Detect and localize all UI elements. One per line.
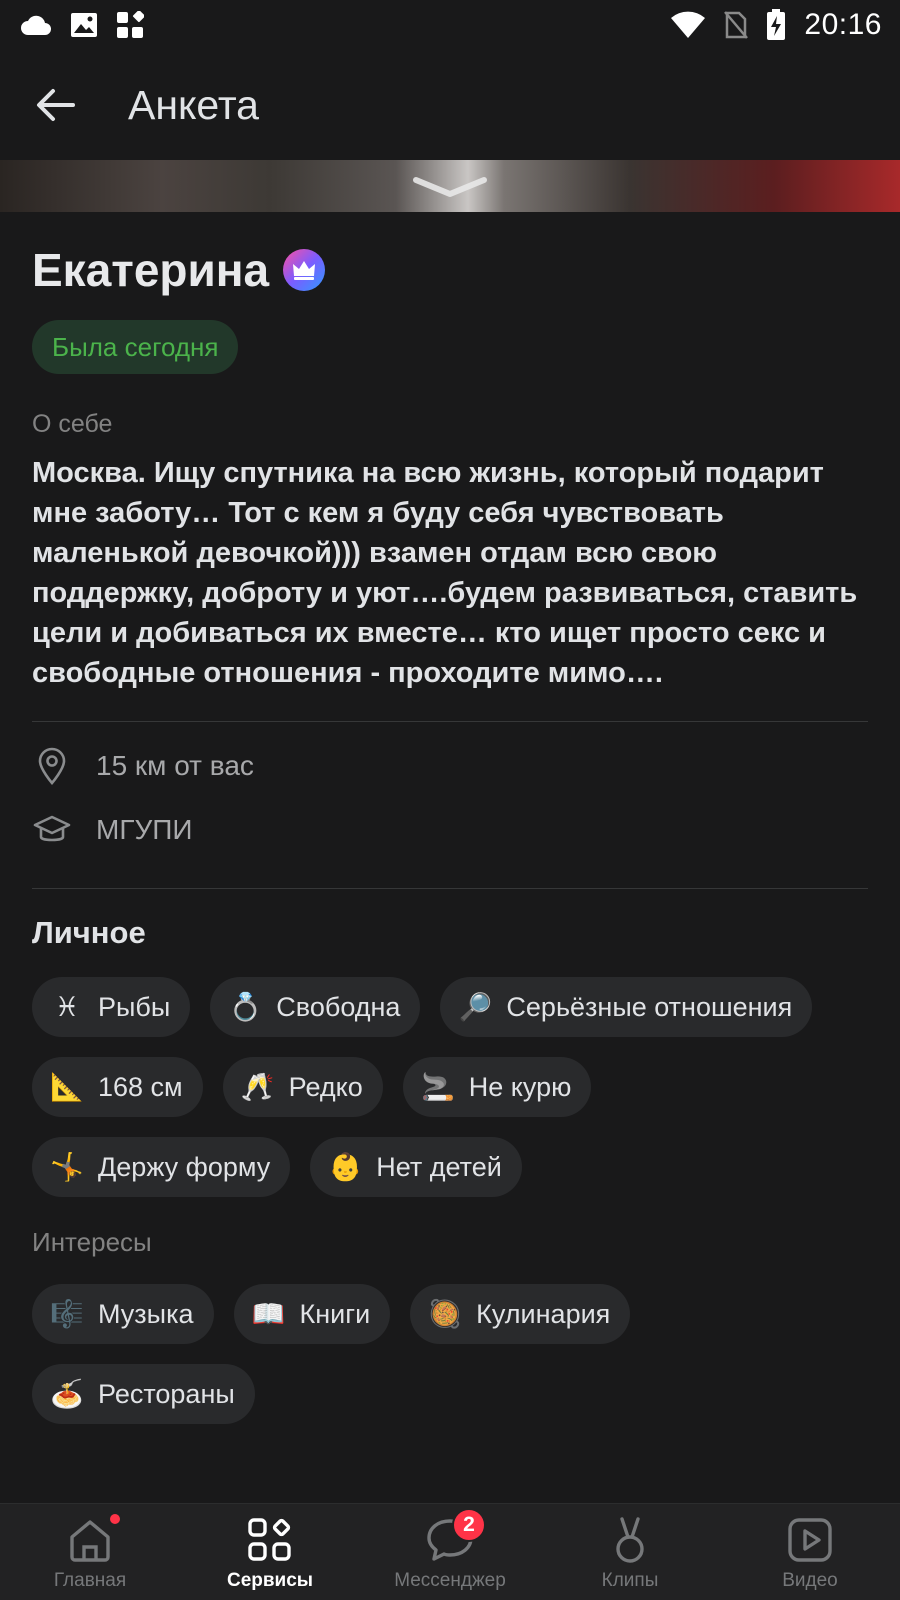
ring-icon: 💍 [228, 992, 263, 1023]
tab-video[interactable]: Видео [720, 1504, 900, 1600]
baby-icon: 👶 [328, 1152, 363, 1183]
cloud-icon [20, 13, 52, 37]
chip-fitness[interactable]: 🤸 Держу форму [32, 1137, 291, 1197]
about-label: О себе [32, 410, 113, 438]
clips-icon [604, 1514, 656, 1566]
education-row: МГУПИ [32, 798, 868, 862]
chip-alcohol[interactable]: 🥂 Редко [222, 1057, 383, 1117]
tab-label: Видео [782, 1570, 838, 1591]
distance-text: 15 км от вас [96, 750, 254, 781]
chip-label: Музыка [98, 1298, 194, 1329]
wifi-icon [670, 11, 706, 39]
about-text: Москва. Ищу спутника на всю жизнь, котор… [32, 457, 858, 689]
chip-label: Нет детей [376, 1151, 502, 1182]
profile-photo-collapsed[interactable] [0, 160, 900, 212]
education-text: МГУПИ [96, 814, 193, 845]
profile-name: Екатерина [32, 244, 270, 296]
chip-music[interactable]: 🎼 Музыка [32, 1284, 214, 1344]
chip-label: Рыбы [98, 991, 171, 1022]
chip-label: Свободна [276, 991, 401, 1022]
tab-label: Сервисы [226, 1570, 314, 1591]
apps-icon [116, 11, 144, 39]
tab-label: Клипы [601, 1570, 659, 1591]
personal-heading: Личное [32, 915, 146, 950]
divider [32, 888, 868, 889]
tab-clips[interactable]: Клипы [540, 1504, 720, 1600]
cigarette-icon: 🚬 [420, 1072, 455, 1103]
distance-row: 15 км от вас [32, 734, 868, 798]
graduation-cap-icon [32, 810, 72, 850]
chip-smoking[interactable]: 🚬 Не курю [402, 1057, 592, 1117]
zodiac-icon: ♓ [54, 991, 80, 1023]
bottom-tab-bar: Главная Сервисы 2 Мессенджер Клипы Видео [0, 1503, 900, 1600]
chip-restaurants[interactable]: 🍝 Рестораны [32, 1364, 255, 1424]
chip-label: Рестораны [98, 1378, 235, 1409]
location-pin-icon [32, 746, 72, 786]
chip-looking-for[interactable]: 🔎 Серьёзные отношения [440, 977, 813, 1037]
divider [32, 721, 868, 722]
chip-children[interactable]: 👶 Нет детей [310, 1137, 522, 1197]
video-icon [784, 1514, 836, 1566]
ruler-icon: 📐 [50, 1072, 84, 1103]
back-button[interactable] [26, 75, 86, 135]
interests-chips: 🎼 Музыка 📖 Книги 🥘 Кулинария 🍝 Рестораны [32, 1284, 868, 1424]
status-bar: 20:16 [0, 0, 900, 50]
pasta-icon: 🍝 [50, 1379, 84, 1410]
interests-label: Интересы [32, 1227, 152, 1257]
app-bar: Анкета [0, 50, 900, 160]
tab-messenger[interactable]: 2 Мессенджер [360, 1504, 540, 1600]
chevron-down-icon[interactable] [410, 174, 490, 200]
tab-label: Главная [53, 1570, 127, 1591]
no-sim-icon [724, 10, 749, 40]
profile-content: Екатерина Была сегодня О себе Москва. Ищ… [32, 212, 868, 1424]
chip-label: Держу форму [98, 1151, 271, 1182]
chip-cooking[interactable]: 🥘 Кулинария [410, 1284, 631, 1344]
chip-label: Не курю [468, 1071, 572, 1102]
chip-label: Книги [299, 1298, 371, 1329]
battery-charging-icon [766, 9, 786, 41]
chip-height[interactable]: 📐 168 см [32, 1057, 203, 1117]
tab-services[interactable]: Сервисы [180, 1504, 360, 1600]
book-icon: 📖 [251, 1299, 286, 1330]
notification-dot [108, 1512, 122, 1526]
tab-home[interactable]: Главная [0, 1504, 180, 1600]
online-status-badge: Была сегодня [32, 320, 239, 374]
tab-label: Мессенджер [394, 1570, 506, 1591]
cooking-icon: 🥘 [428, 1299, 462, 1330]
chip-label: Кулинария [476, 1298, 611, 1329]
chip-label: 168 см [98, 1071, 183, 1102]
clock: 20:16 [804, 8, 882, 41]
image-icon [70, 12, 98, 38]
magnifier-icon: 🔎 [458, 992, 493, 1023]
chip-relationship[interactable]: 💍 Свободна [210, 977, 421, 1037]
music-icon: 🎼 [50, 1299, 84, 1330]
chip-books[interactable]: 📖 Книги [233, 1284, 391, 1344]
chip-label: Редко [288, 1071, 363, 1102]
glasses-icon: 🥂 [240, 1072, 275, 1103]
fitness-icon: 🤸 [50, 1152, 84, 1183]
unread-count-badge: 2 [452, 1508, 486, 1542]
arrow-left-icon [37, 89, 75, 121]
crown-icon[interactable] [283, 249, 326, 291]
chip-zodiac[interactable]: ♓ Рыбы [32, 977, 191, 1037]
chip-label: Серьёзные отношения [506, 991, 793, 1022]
page-title: Анкета [128, 81, 259, 128]
services-icon [244, 1514, 296, 1566]
name-row: Екатерина [32, 242, 868, 298]
personal-chips: ♓ Рыбы 💍 Свободна 🔎 Серьёзные отношения 📐 16… [32, 977, 868, 1197]
